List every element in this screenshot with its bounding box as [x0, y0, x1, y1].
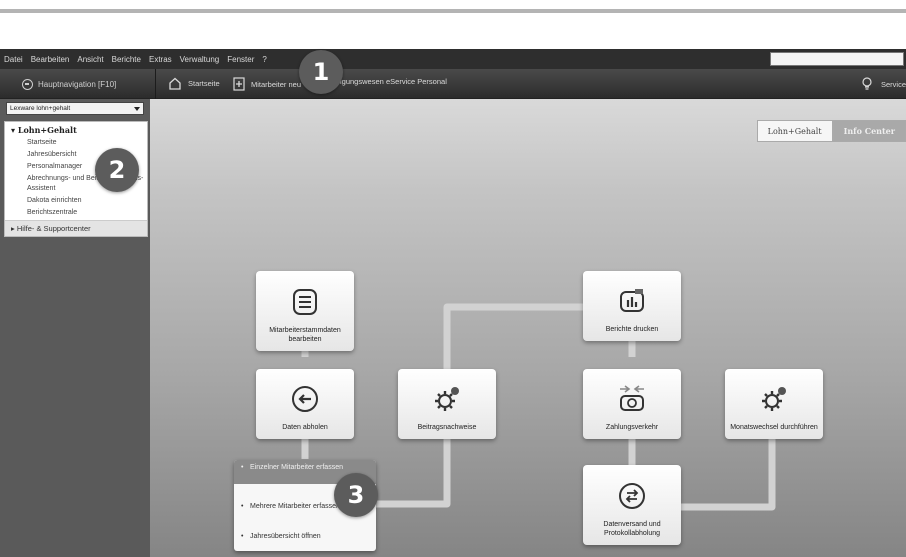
menu-verwaltung[interactable]: Verwaltung: [180, 55, 220, 64]
expanded-arrow-icon: ▾: [11, 125, 18, 135]
menu-fenster[interactable]: Fenster: [227, 55, 254, 64]
menu-help[interactable]: ?: [262, 55, 266, 64]
menu-extras[interactable]: Extras: [149, 55, 172, 64]
new-document-icon: [233, 77, 245, 91]
card-label: Daten abholen: [282, 423, 328, 431]
meldewesen-button[interactable]: igungswesen: [340, 77, 384, 86]
card-zahlungsverkehr[interactable]: Zahlungsverkehr: [583, 369, 681, 439]
eservice-button[interactable]: eService Personal: [386, 77, 447, 86]
gear-icon: [757, 382, 791, 416]
section-title: Lohn+Gehalt: [17, 125, 77, 135]
report-folder-icon: [615, 284, 649, 318]
arrow-left-circle-icon: [288, 382, 322, 416]
mitarbeiter-neu-button[interactable]: Mitarbeiter neu: [233, 77, 301, 91]
search-input[interactable]: [770, 52, 904, 66]
toolbar: Hauptnavigation [F10] Startseite Mitarbe…: [0, 69, 906, 99]
menu-datei[interactable]: Datei: [4, 55, 23, 64]
chevron-down-icon: [134, 107, 140, 111]
collapse-icon: [22, 78, 33, 90]
service-label: Service: [880, 79, 906, 89]
card-label: Zahlungsverkehr: [605, 423, 659, 431]
callout-badge-2: 2: [95, 148, 139, 192]
eservice-label: eService Personal: [386, 77, 447, 86]
card-mitarbeiterstammdaten[interactable]: Mitarbeiterstammdaten bearbeiten: [256, 271, 354, 351]
product-select-value: Lexware lohn+gehalt: [10, 105, 71, 112]
menu-ansicht[interactable]: Ansicht: [77, 55, 103, 64]
card-berichte-drucken[interactable]: Berichte drucken: [583, 271, 681, 341]
menu-bearbeiten[interactable]: Bearbeiten: [31, 55, 70, 64]
card-label: Mitarbeiterstammdaten bearbeiten: [269, 327, 341, 343]
app-window: Datei Bearbeiten Ansicht Berichte Extras…: [0, 0, 906, 557]
sidebar-item-hilfe[interactable]: ▸ Hilfe- & Supportcenter: [5, 220, 147, 236]
sidebar-item-dakota[interactable]: Dakota einrichten: [5, 195, 147, 207]
service-button[interactable]: Service: [861, 77, 906, 91]
card-datenversand[interactable]: Datenversand und Protokollabholung: [583, 465, 681, 545]
card-monatswechsel[interactable]: Monatswechsel durchführen: [725, 369, 823, 439]
mitarbeiter-neu-label: Mitarbeiter neu: [251, 79, 302, 89]
lightbulb-icon: [862, 77, 872, 90]
home-icon: [169, 77, 181, 90]
callout-badge-3: 3: [334, 473, 378, 517]
sidebar-item-startseite[interactable]: Startseite: [5, 137, 147, 149]
tree-section-lohn-gehalt[interactable]: ▾ Lohn+Gehalt: [5, 122, 147, 137]
card-daten-abholen[interactable]: Daten abholen: [256, 369, 354, 439]
menu-item-label: Mehrere Mitarbeiter erfassen: [250, 503, 340, 510]
product-select[interactable]: Lexware lohn+gehalt: [6, 102, 144, 115]
main-area: Lohn+Gehalt Info Center Mitarbeiterstamm…: [150, 99, 906, 557]
main-navigation-toggle[interactable]: Hauptnavigation [F10]: [8, 74, 144, 94]
meldewesen-label: igungswesen: [340, 77, 384, 86]
card-label: Berichte drucken: [605, 325, 659, 333]
nav-toggle-label: Hauptnavigation [F10]: [38, 79, 117, 89]
card-label: Monatswechsel durchführen: [730, 423, 818, 431]
menu-item-label: Jahresübersicht öffnen: [250, 533, 321, 540]
gear-icon: [430, 382, 464, 416]
menu-item-label: Einzelner Mitarbeiter erfassen: [250, 464, 343, 471]
exchange-circle-icon: [615, 479, 649, 513]
callout-badge-1: 1: [299, 50, 343, 94]
startseite-label: Startseite: [188, 79, 220, 88]
card-beitragsnachweise[interactable]: Beitragsnachweise: [398, 369, 496, 439]
sidebar-item-berichtszentrale[interactable]: Berichtszentrale: [5, 207, 147, 221]
help-label: Hilfe- & Supportcenter: [16, 224, 91, 233]
startseite-button[interactable]: Startseite: [168, 77, 220, 90]
toolbar-divider: [155, 69, 156, 99]
card-label: Beitragsnachweise: [417, 423, 477, 431]
stack-icon: [288, 285, 322, 319]
menu-item-jahresuebersicht[interactable]: • Jahresübersicht öffnen: [234, 533, 376, 541]
top-rule: [0, 9, 906, 13]
money-transfer-icon: [615, 382, 649, 416]
menu-berichte[interactable]: Berichte: [112, 55, 141, 64]
card-label: Datenversand und Protokollabholung: [603, 521, 661, 537]
